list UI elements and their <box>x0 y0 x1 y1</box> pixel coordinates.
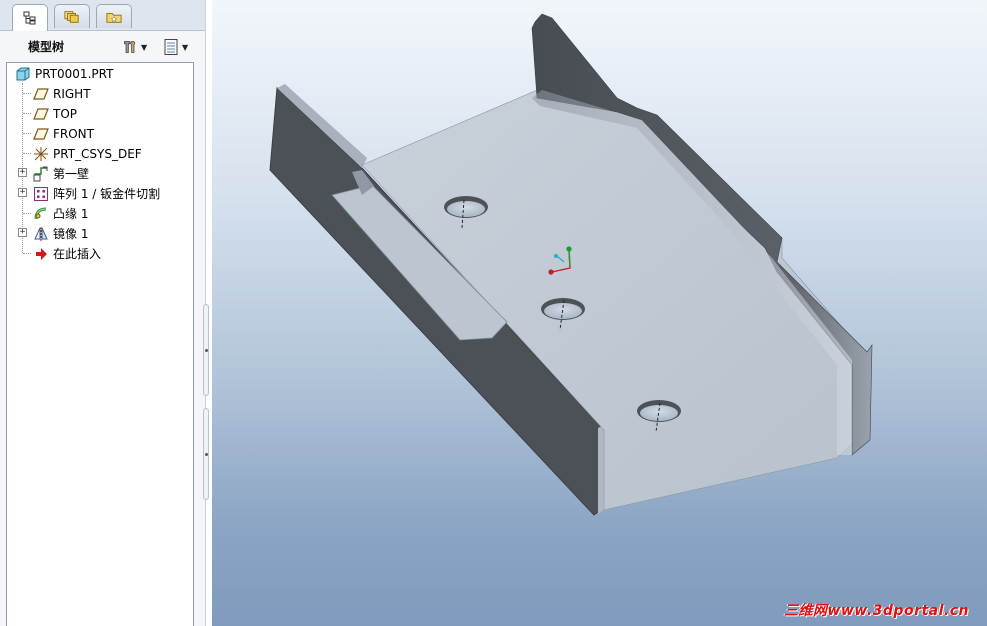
datum-plane-icon <box>33 86 49 102</box>
tree-item-label: PRT_CSYS_DEF <box>53 146 142 161</box>
graphics-viewport[interactable]: 三维网www.3dportal.cn <box>212 0 987 626</box>
tree-item-label: TOP <box>53 106 78 121</box>
tree-root-item[interactable]: PRT0001.PRT <box>15 64 113 83</box>
tree-item-pattern[interactable]: 阵列 1 / 钣金件切割 <box>33 184 160 203</box>
tree-item-right-plane[interactable]: RIGHT <box>33 84 91 103</box>
tree-item-front-plane[interactable]: FRONT <box>33 124 94 143</box>
tab-model-tree[interactable] <box>12 4 48 31</box>
panel-splitter[interactable] <box>203 300 211 500</box>
list-icon <box>163 39 179 55</box>
favorites-folder-icon <box>106 9 122 25</box>
watermark-text: 三维网www.3dportal.cn <box>783 603 969 619</box>
splitter-handle-upper[interactable] <box>203 304 209 396</box>
splitter-handle-lower[interactable] <box>203 408 209 500</box>
pattern-icon <box>33 186 49 202</box>
navigator-tab-strip <box>0 0 205 31</box>
tree-item-label: PRT0001.PRT <box>35 66 114 81</box>
sheet-metal-part-model[interactable] <box>212 0 987 626</box>
tree-item-label: RIGHT <box>53 86 91 101</box>
tree-item-first-wall[interactable]: 第一壁 <box>33 164 89 183</box>
model-tree-pane: PRT0001.PRT RIGHT TOP FRONT PRT_CSYS_DEF… <box>6 62 194 626</box>
tools-icon <box>122 39 138 55</box>
mirror-icon <box>33 226 49 242</box>
datum-plane-icon <box>33 106 49 122</box>
chevron-down-icon: ▼ <box>141 42 148 52</box>
tree-connector-line <box>23 113 31 114</box>
first-wall-icon <box>33 166 49 182</box>
model-tree-title: 模型树 <box>28 40 65 54</box>
tab-layers[interactable] <box>54 4 90 28</box>
tree-item-mirror[interactable]: 镜像 1 <box>33 224 88 243</box>
tree-item-label: 阵列 1 / 钣金件切割 <box>53 187 161 201</box>
model-tree-header: 模型树 ▼ ▼ <box>0 31 205 61</box>
tree-connector-line <box>23 253 31 254</box>
tree-item-insert-here[interactable]: 在此插入 <box>33 244 101 263</box>
tree-item-label: 在此插入 <box>53 247 102 261</box>
left-panel: 模型树 ▼ ▼ PRT0001.PRT RIGHT TOP FRONT PRT_… <box>0 0 209 626</box>
tree-item-csys[interactable]: PRT_CSYS_DEF <box>33 144 142 163</box>
flange-icon <box>33 206 49 222</box>
expand-toggle[interactable]: + <box>18 228 27 237</box>
model-tree-icon <box>22 10 38 26</box>
tree-item-flange[interactable]: 凸缘 1 <box>33 204 88 223</box>
tree-show-button[interactable]: ▼ <box>163 37 197 57</box>
tab-favorites[interactable] <box>96 4 132 28</box>
chevron-down-icon: ▼ <box>182 42 189 52</box>
tree-connector-line <box>23 213 31 214</box>
insert-here-arrow-icon <box>33 246 49 262</box>
tree-item-label: 凸缘 1 <box>53 207 89 221</box>
tree-settings-button[interactable]: ▼ <box>122 37 156 57</box>
tree-item-label: 镜像 1 <box>53 227 89 241</box>
layers-icon <box>64 9 80 25</box>
datum-plane-icon <box>33 126 49 142</box>
tree-item-label: 第一壁 <box>53 167 90 181</box>
coordinate-system-icon <box>33 146 49 162</box>
tree-item-top-plane[interactable]: TOP <box>33 104 77 123</box>
tree-connector-line <box>23 133 31 134</box>
expand-toggle[interactable]: + <box>18 168 27 177</box>
tree-connector-line <box>23 93 31 94</box>
part-icon <box>15 66 31 82</box>
expand-toggle[interactable]: + <box>18 188 27 197</box>
tree-item-label: FRONT <box>53 126 94 141</box>
tree-connector-line <box>23 153 31 154</box>
